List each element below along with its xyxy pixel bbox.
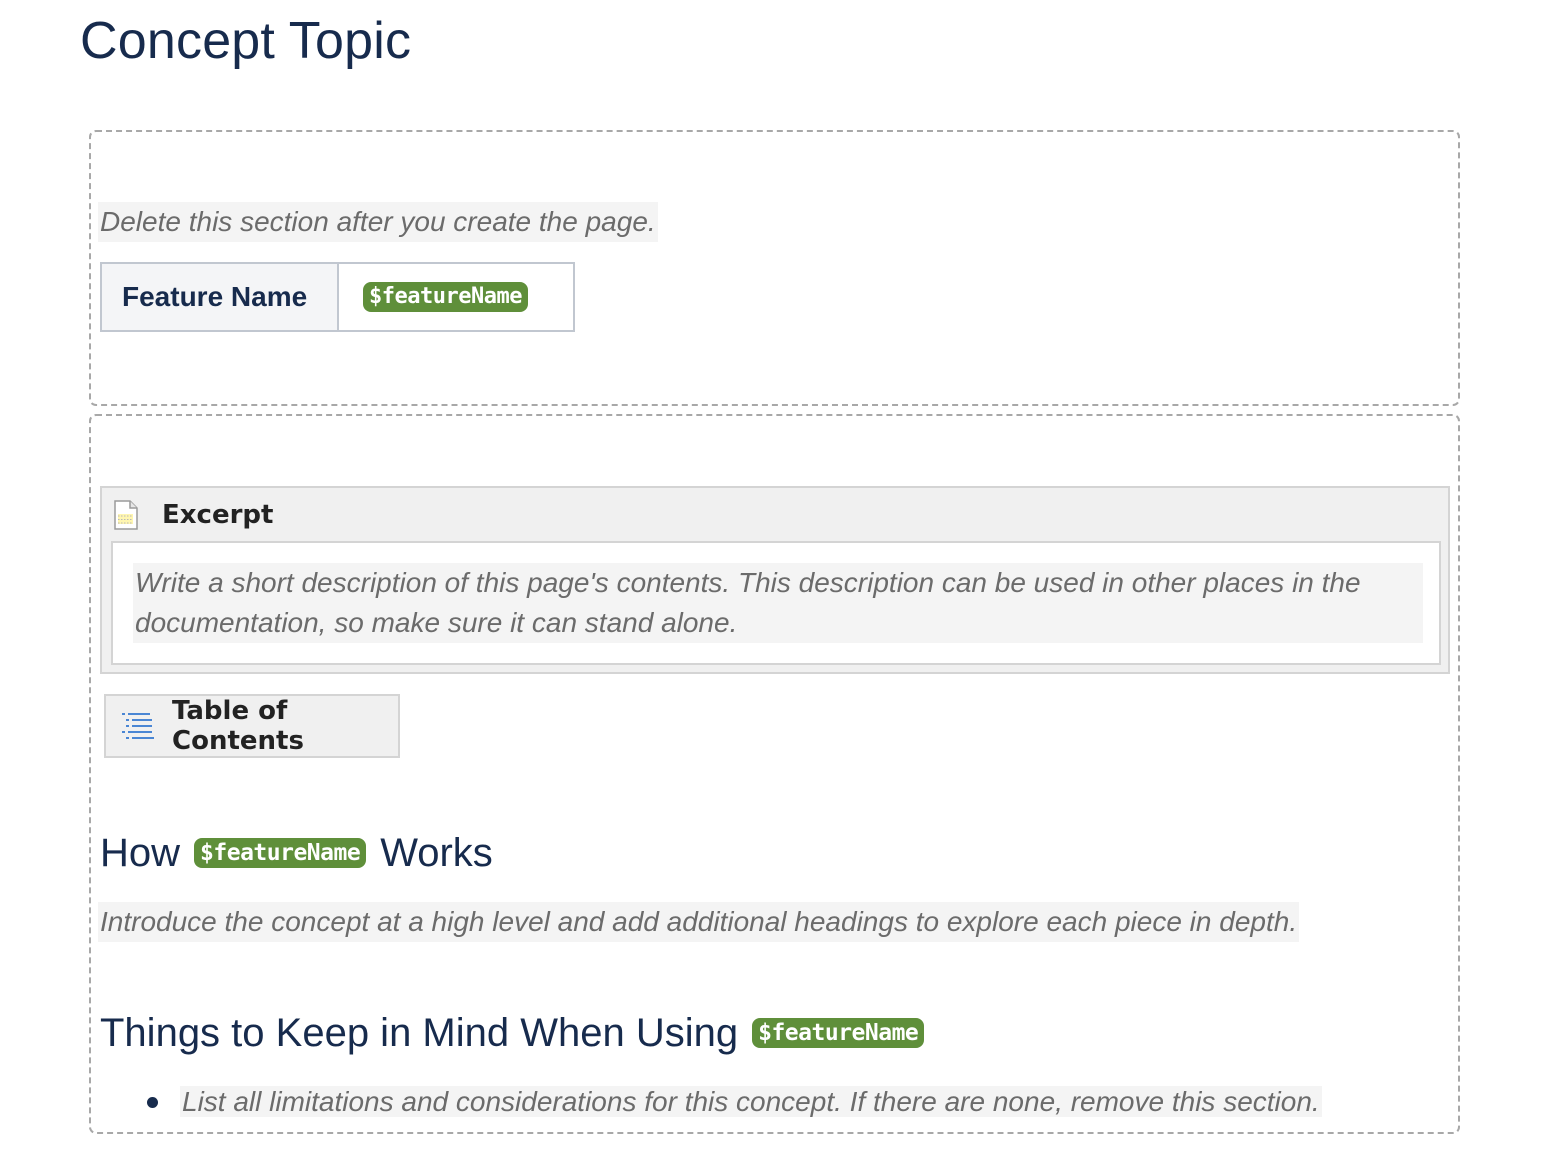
limitations-instruction[interactable]: List all limitations and considerations … [180,1086,1322,1117]
excerpt-label: Excerpt [162,500,274,530]
list-item: List all limitations and considerations … [140,1082,1322,1122]
how-instruction[interactable]: Introduce the concept at a high level an… [98,902,1300,942]
setup-instruction[interactable]: Delete this section after you create the… [98,202,658,242]
document-icon [114,500,138,530]
things-heading-prefix: Things to Keep in Mind When Using [100,1011,739,1055]
page-title: Concept Topic [80,12,412,70]
table-row: Feature Name $featureName [100,262,575,332]
list-icon [122,711,156,741]
excerpt-body[interactable]: Write a short description of this page's… [111,541,1441,665]
toc-label: Table of Contents [172,696,304,756]
toc-macro[interactable]: Table of Contents [104,694,400,758]
feature-table: Feature Name $featureName [100,262,575,332]
excerpt-instruction[interactable]: Write a short description of this page's… [133,563,1423,643]
how-heading-suffix: Works [380,831,493,875]
feature-name-header[interactable]: Feature Name [100,262,339,332]
excerpt-header: Excerpt [114,498,273,532]
how-heading[interactable]: How $featureName Works [100,828,493,878]
how-heading-variable[interactable]: $featureName [194,838,367,868]
things-heading[interactable]: Things to Keep in Mind When Using $featu… [100,1008,938,1058]
bullet-icon [147,1097,158,1108]
excerpt-macro[interactable]: Excerpt Write a short description of thi… [100,486,1450,674]
how-heading-prefix: How [100,831,181,875]
feature-name-value-cell[interactable]: $featureName [337,262,575,332]
things-heading-variable[interactable]: $featureName [752,1018,925,1048]
limitations-list: List all limitations and considerations … [140,1082,1322,1122]
feature-name-variable[interactable]: $featureName [363,282,528,312]
